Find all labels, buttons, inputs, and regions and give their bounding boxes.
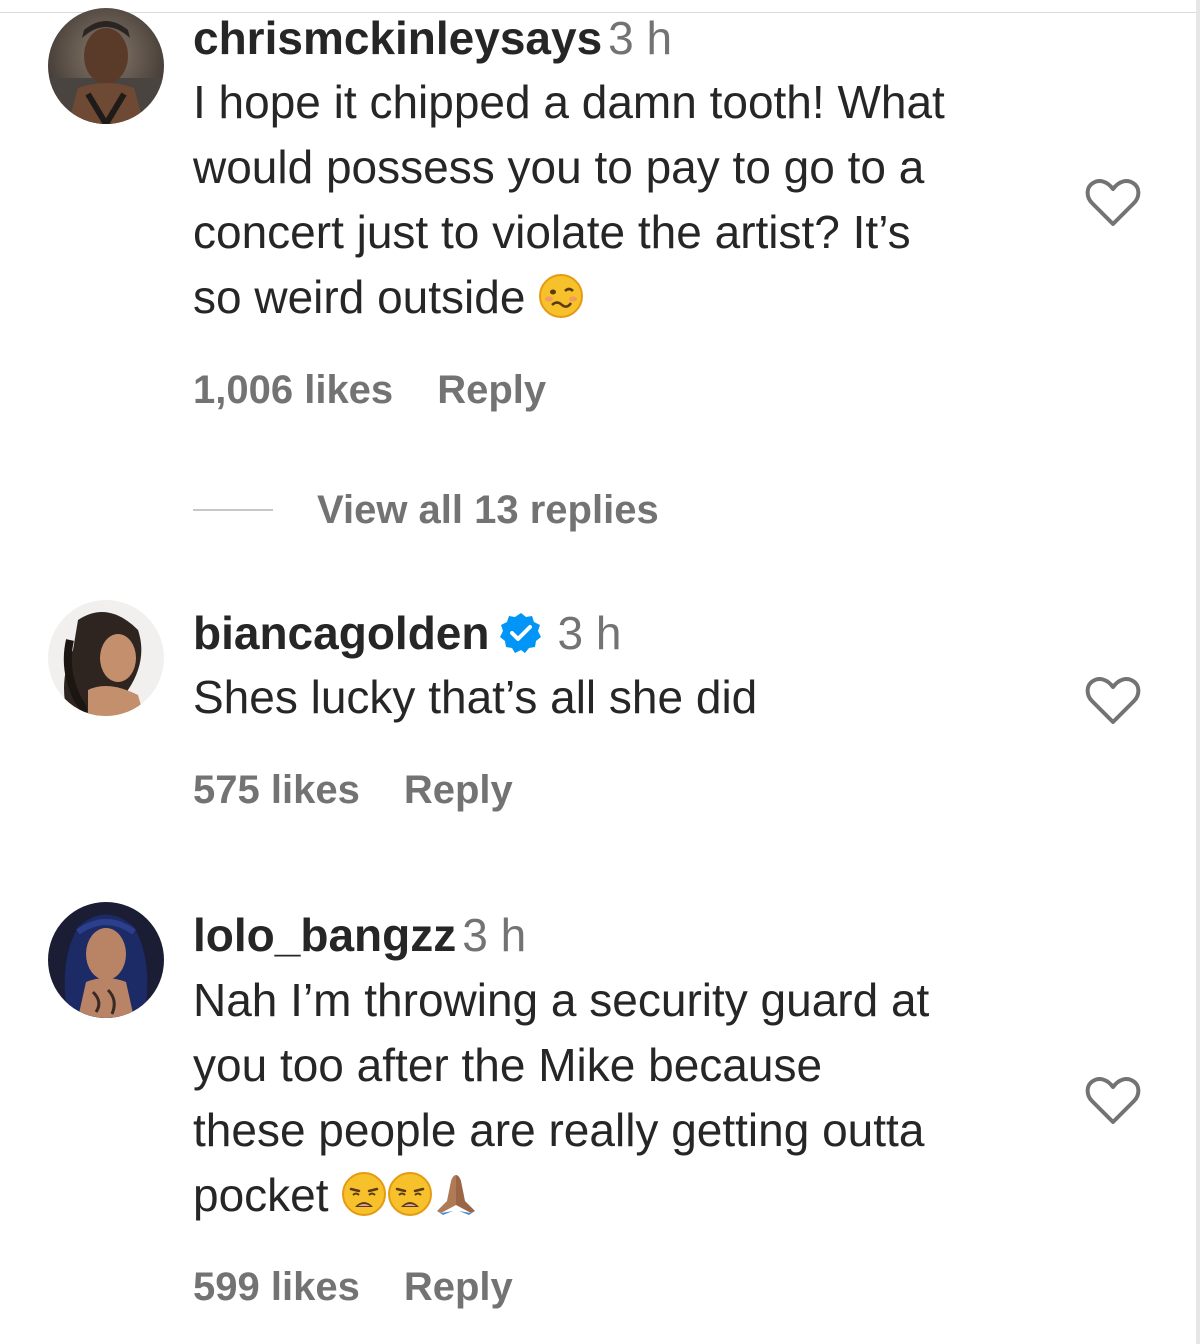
timestamp[interactable]: 3 h <box>608 12 672 64</box>
comment-line: concert just to violate the artist? It’s <box>193 206 911 258</box>
comment-header: chrismckinleysays 3 h <box>193 8 672 68</box>
comment-line-last: pocket <box>193 1163 1073 1228</box>
avatar[interactable] <box>48 902 164 1018</box>
comment-line: pocket <box>193 1169 329 1221</box>
comment-header: biancagolden 3 h <box>193 603 621 663</box>
comment-text: I hope it chipped a damn tooth! What wou… <box>193 70 1073 330</box>
comment-line: would possess you to pay to go to a <box>193 141 925 193</box>
likes-count-link[interactable]: 599 likes <box>193 1265 360 1309</box>
comment-line: Nah I’m throwing a security guard at <box>193 974 930 1026</box>
folded-hands-emoji-icon <box>433 1171 479 1217</box>
comment-line: I hope it chipped a damn tooth! What <box>193 76 945 128</box>
replies-divider-line <box>193 509 273 511</box>
comment-meta: 599 likes Reply <box>193 1262 513 1312</box>
weary-face-emoji-icon <box>341 1171 387 1217</box>
username-link[interactable]: chrismckinleysays <box>193 12 602 64</box>
comment-line-last: so weird outside <box>193 265 1073 330</box>
reply-button[interactable]: Reply <box>404 1265 513 1309</box>
avatar[interactable] <box>48 600 164 716</box>
username-link[interactable]: biancagolden <box>193 607 489 659</box>
comment-line: Shes lucky that’s all she did <box>193 671 758 723</box>
timestamp[interactable]: 3 h <box>462 909 526 961</box>
comment-line: you too after the Mike because <box>193 1039 823 1091</box>
like-heart-icon[interactable] <box>1085 178 1141 228</box>
comment-header: lolo_bangzz 3 h <box>193 905 526 965</box>
likes-count-link[interactable]: 1,006 likes <box>193 368 393 412</box>
verified-badge-icon <box>499 611 543 655</box>
comment-meta: 1,006 likes Reply <box>193 365 546 415</box>
view-replies-button[interactable]: View all 13 replies <box>193 484 659 536</box>
username-link[interactable]: lolo_bangzz <box>193 909 456 961</box>
reply-button[interactable]: Reply <box>404 768 513 812</box>
scrollbar-track[interactable] <box>1196 0 1200 1344</box>
likes-count-link[interactable]: 575 likes <box>193 768 360 812</box>
comment-text: Shes lucky that’s all she did <box>193 665 1073 730</box>
comment-meta: 575 likes Reply <box>193 765 513 815</box>
timestamp[interactable]: 3 h <box>557 607 621 659</box>
woozy-face-emoji-icon <box>538 273 584 319</box>
comment-line: these people are really getting outta <box>193 1104 925 1156</box>
comment-line: so weird outside <box>193 271 526 323</box>
like-heart-icon[interactable] <box>1085 1076 1141 1126</box>
weary-face-emoji-icon <box>387 1171 433 1217</box>
avatar[interactable] <box>48 8 164 124</box>
reply-button[interactable]: Reply <box>437 368 546 412</box>
comment-text: Nah I’m throwing a security guard at you… <box>193 968 1073 1228</box>
like-heart-icon[interactable] <box>1085 676 1141 726</box>
view-replies-label: View all 13 replies <box>317 487 659 532</box>
